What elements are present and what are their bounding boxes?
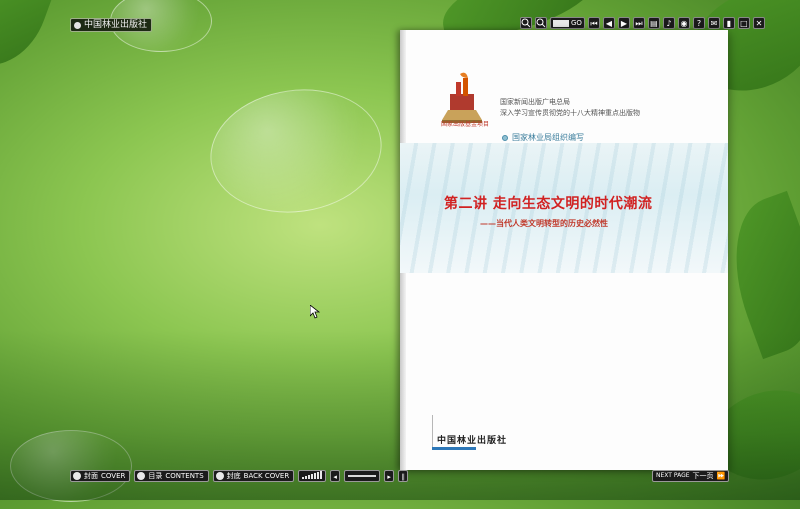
help-icon: ? (696, 19, 702, 28)
fullscreen-icon: □ (740, 19, 748, 28)
back-cover-icon (215, 472, 224, 480)
publisher-info: 国家新闻出版广电总局 深入学习宣传贯彻党的十八大精神重点出版物 (500, 97, 640, 119)
help-button[interactable]: ? (692, 17, 705, 29)
publisher-accent-bar (432, 447, 476, 450)
print-icon: ▤ (650, 19, 658, 28)
first-page-icon: ⏮ (590, 19, 598, 28)
publisher-info-line: 国家新闻出版广电总局 (500, 98, 570, 106)
back-cover-button[interactable]: 封底 BACK COVER (212, 470, 295, 482)
publisher-badge-label: 中国林业出版社 (84, 20, 148, 30)
leaf-decoration (0, 0, 54, 80)
fullscreen-button[interactable]: □ (737, 17, 750, 29)
page-progress-slider[interactable] (344, 470, 381, 482)
first-page-button[interactable]: ⏮ (587, 17, 600, 29)
book-subtitle: ——当代人类文明转型的历史必然性 (480, 219, 608, 228)
close-button[interactable]: ✕ (752, 17, 765, 29)
last-page-icon: ⏭ (635, 19, 643, 28)
next-icon: ▶ (620, 19, 628, 28)
bubble-decoration (202, 78, 390, 224)
autoplay-button[interactable]: ◉ (677, 17, 690, 29)
speaker-button[interactable]: ◂ (330, 470, 341, 482)
mouse-cursor-icon (310, 305, 320, 319)
page-number-input[interactable] (553, 19, 569, 27)
viewer-toolbar: GO ⏮ ◀ ▶ ⏭ ▤ ♪ ◉ ? ✉ ▮ □ ✕ (520, 17, 765, 29)
contents-button[interactable]: 目录 CONTENTS (134, 470, 209, 482)
book-title: 第二讲 走向生态文明的时代潮流 (444, 196, 653, 212)
publisher-badge[interactable]: 中国林业出版社 (70, 18, 153, 32)
divider (432, 415, 433, 449)
zoom-in-icon (521, 18, 531, 28)
next-page-button[interactable]: NEXT PAGE 下一页 ⏩ (652, 470, 730, 482)
cover-label-cn: 封面 (84, 472, 98, 480)
pause-icon: ∥ (401, 473, 405, 481)
sound-button[interactable]: ♪ (662, 17, 675, 29)
zoom-in-button[interactable] (520, 17, 532, 29)
progress-track (348, 475, 377, 477)
cover-label-en: COVER (101, 472, 126, 480)
book-cover-page[interactable]: 国家出版基金项目 国家新闻出版广电总局 深入学习宣传贯彻党的十八大精神重点出版物… (400, 30, 728, 470)
cover-button[interactable]: 封面 COVER (70, 470, 131, 482)
logo-caption: 国家出版基金项目 (440, 121, 489, 128)
page-jump-field[interactable]: GO (550, 17, 585, 29)
volume-bar (305, 476, 308, 479)
cover-icon (73, 472, 81, 480)
play-icon: ▸ (387, 473, 391, 481)
play-button[interactable]: ▸ (384, 470, 395, 482)
organizer-line: 国家林业局组织编写 (502, 132, 584, 143)
go-button[interactable]: GO (571, 17, 582, 29)
speaker-icon: ◂ (333, 473, 337, 481)
bookmark-icon: ▮ (726, 19, 732, 28)
publisher-logo-icon (74, 21, 81, 29)
back-cover-label-cn: 封底 (226, 472, 241, 480)
contents-label-en: CONTENTS (165, 472, 204, 480)
bookmark-button[interactable]: ▮ (722, 17, 735, 29)
autoplay-icon: ◉ (680, 19, 688, 28)
next-page-tool-button[interactable]: ▶ (617, 17, 630, 29)
next-page-label-en: NEXT PAGE (656, 472, 690, 479)
volume-bar (311, 474, 314, 479)
last-page-button[interactable]: ⏭ (632, 17, 645, 29)
prev-icon: ◀ (605, 19, 613, 28)
next-page-label-cn: 下一页 (692, 472, 714, 480)
print-button[interactable]: ▤ (647, 17, 660, 29)
bottom-navigation: 封面 COVER 目录 CONTENTS 封底 BACK COVER ◂ ▸ ∥ (70, 470, 409, 482)
volume-bar (308, 475, 311, 479)
volume-bar (314, 473, 317, 479)
volume-bar (302, 477, 305, 479)
close-icon: ✕ (755, 19, 763, 28)
share-icon: ✉ (710, 19, 718, 28)
contents-icon (137, 472, 146, 480)
publisher-info-line: 深入学习宣传贯彻党的十八大精神重点出版物 (500, 109, 640, 117)
volume-control[interactable] (298, 470, 327, 482)
organizer-text: 国家林业局组织编写 (512, 133, 584, 142)
fast-forward-icon: ⏩ (716, 472, 726, 480)
share-button[interactable]: ✉ (707, 17, 720, 29)
bullet-icon (502, 134, 508, 141)
search-icon (536, 18, 546, 28)
pause-button[interactable]: ∥ (398, 470, 409, 482)
prev-page-button[interactable]: ◀ (602, 17, 615, 29)
publisher-name: 中国林业出版社 (437, 436, 508, 446)
volume-bar (320, 471, 323, 479)
sound-icon: ♪ (666, 19, 672, 28)
contents-label-cn: 目录 (148, 472, 163, 480)
search-button[interactable] (535, 17, 547, 29)
volume-bar (317, 472, 320, 479)
back-cover-label-en: BACK COVER (243, 472, 290, 480)
